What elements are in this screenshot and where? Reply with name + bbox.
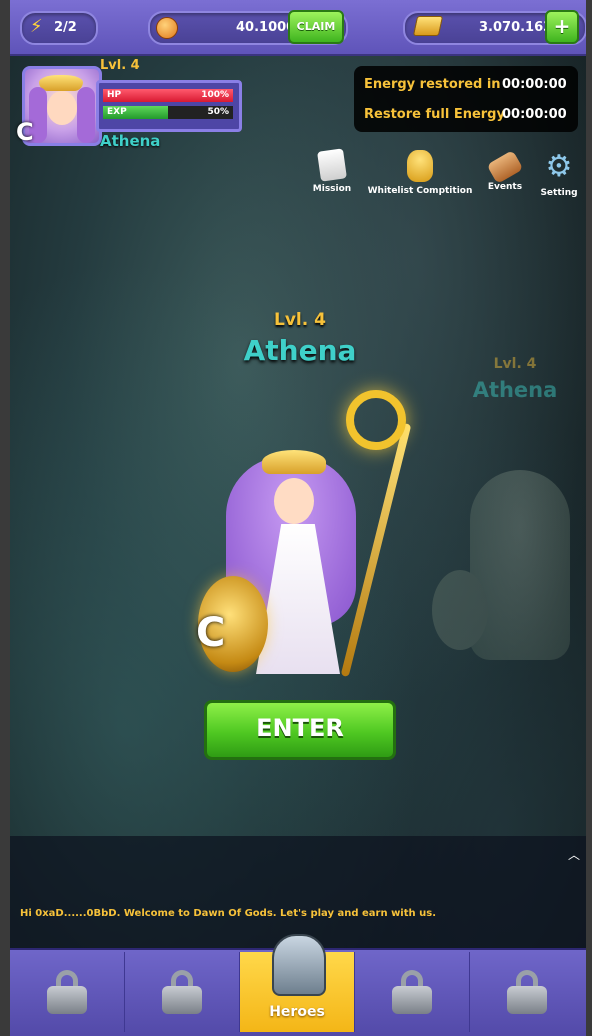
menu-label: Setting	[540, 188, 578, 198]
menu-label: Mission	[312, 184, 352, 194]
map-scroll-icon	[486, 149, 524, 185]
lock-icon	[162, 970, 202, 1014]
game-screen: ⚡ 2/2 40.1000 CLAIM 3.070.1637 + C Lvl. …	[10, 0, 586, 1036]
energy-restored-label: Energy restored in	[364, 77, 501, 92]
lock-icon	[47, 970, 87, 1014]
avatar-face	[47, 91, 77, 125]
hero-name: Athena	[472, 378, 558, 402]
coin-icon	[156, 17, 178, 39]
coin-balance: 40.1000 CLAIM	[148, 10, 348, 45]
player-stats: HP 100% EXP 50%	[96, 80, 242, 132]
add-gold-button[interactable]: +	[545, 10, 579, 44]
winged-helmet-icon	[262, 450, 326, 474]
nav-tab-heroes[interactable]: Heroes	[240, 934, 355, 1032]
chat-text: Welcome to Dawn Of Gods. Let's play and …	[123, 908, 436, 919]
menu-whitelist-competition[interactable]: Whitelist Comptition	[366, 150, 474, 196]
chat-user: Hi 0xaD......0BbD.	[20, 908, 121, 919]
exp-label: EXP	[107, 107, 127, 117]
nav-tab-locked-3[interactable]	[355, 952, 470, 1032]
hero-rank-badge: C	[196, 610, 226, 656]
hero-face	[274, 478, 314, 524]
bottom-nav: Heroes	[10, 934, 586, 1036]
hero-name: Athena	[243, 334, 357, 367]
gold-balance: 3.070.1637 +	[403, 10, 586, 45]
menu-label: Events	[487, 182, 523, 192]
next-hero-illustration	[430, 440, 586, 670]
enter-button[interactable]: ENTER	[204, 700, 396, 760]
avatar-hair-right	[77, 87, 95, 143]
player-avatar[interactable]	[22, 66, 102, 146]
exp-value: 50%	[207, 107, 229, 117]
avatar-rank-badge: C	[16, 118, 34, 146]
next-hero-shield	[432, 570, 488, 650]
top-bar: ⚡ 2/2 40.1000 CLAIM 3.070.1637 +	[10, 0, 586, 56]
exp-bar: EXP 50%	[103, 106, 233, 119]
energy-timer-panel: Energy restored in 00:00:00 Restore full…	[354, 66, 578, 132]
scroll-icon	[317, 148, 347, 182]
lock-icon	[507, 970, 547, 1014]
lock-icon	[392, 970, 432, 1014]
hp-label: HP	[107, 90, 122, 100]
claim-button[interactable]: CLAIM	[288, 10, 344, 44]
hero-level: Lvl. 4	[493, 356, 537, 372]
energy-counter: ⚡ 2/2	[20, 11, 98, 45]
player-name: Athena	[100, 132, 161, 150]
hero-card-next[interactable]: Lvl. 4 Athena	[450, 356, 580, 402]
restore-full-value: 00:00:00	[502, 107, 567, 122]
next-hero-silhouette	[470, 470, 570, 660]
chat-message: Hi 0xaD......0BbD. Welcome to Dawn Of Go…	[20, 908, 436, 919]
chevron-up-icon[interactable]: ︿	[568, 846, 580, 863]
gold-bars-icon	[412, 16, 444, 36]
energy-restored-value: 00:00:00	[502, 77, 567, 92]
menu-mission[interactable]: Mission	[306, 148, 358, 194]
athena-illustration: C	[186, 390, 446, 690]
trophy-icon	[407, 150, 433, 182]
gear-icon: ⚙	[545, 149, 573, 184]
menu-label: Whitelist Comptition	[367, 186, 473, 196]
nav-tab-label: Heroes	[269, 1004, 325, 1020]
nav-tab-locked-4[interactable]	[470, 952, 584, 1032]
nav-tab-locked-2[interactable]	[125, 952, 240, 1032]
coin-balance-value: 40.1000	[236, 20, 296, 35]
sun-staff-head-icon	[346, 390, 406, 450]
helmet-icon	[272, 934, 326, 996]
menu-setting[interactable]: ⚙ Setting	[536, 149, 582, 199]
hero-level: Lvl. 4	[274, 310, 326, 330]
chat-panel: ︿ Hi 0xaD......0BbD. Welcome to Dawn Of …	[10, 836, 586, 948]
hp-bar: HP 100%	[103, 89, 233, 102]
player-level: Lvl. 4	[100, 58, 140, 73]
hp-value: 100%	[201, 90, 229, 100]
winged-helmet-icon	[39, 75, 83, 91]
restore-full-label: Restore full Energy	[364, 107, 505, 122]
menu-events[interactable]: Events	[482, 149, 528, 192]
nav-tab-locked-1[interactable]	[10, 952, 125, 1032]
hero-card-main[interactable]: Lvl. 4 Athena	[180, 310, 420, 367]
energy-value: 2/2	[54, 20, 77, 35]
lightning-icon: ⚡	[30, 16, 43, 37]
